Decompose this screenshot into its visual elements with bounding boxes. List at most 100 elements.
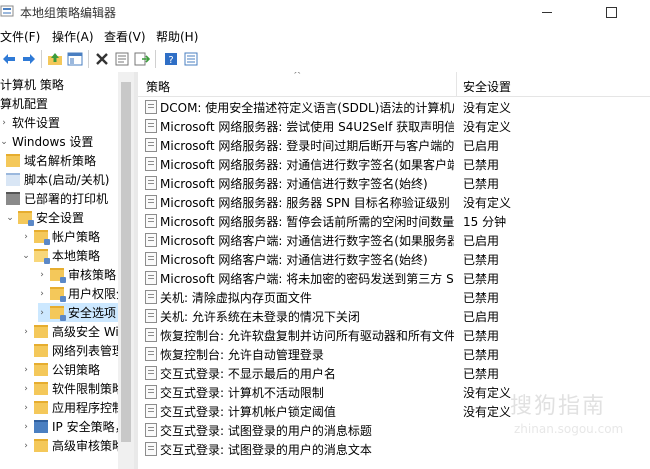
- properties-icon: [115, 52, 129, 66]
- tree-item-audit-policy[interactable]: › 审核策略: [38, 265, 116, 284]
- tree-item-public-key[interactable]: › 公钥策略: [22, 360, 100, 379]
- policy-icon: [145, 119, 157, 133]
- expand-arrow-icon[interactable]: ›: [22, 327, 30, 337]
- policy-list[interactable]: ^ 策略 安全设置 DCOM: 使用安全描述符定义语言(SDDL)语法的计算机启…: [138, 72, 650, 469]
- expand-arrow-icon[interactable]: ›: [22, 384, 30, 394]
- forward-button[interactable]: [20, 50, 38, 68]
- expand-arrow-icon[interactable]: ›: [22, 441, 30, 451]
- menu-file[interactable]: 文件(F): [0, 28, 40, 45]
- table-row[interactable]: 交互式登录: 试图登录的用户的消息标题: [138, 420, 650, 439]
- maximize-button[interactable]: [588, 0, 634, 24]
- tree-item-account-policies[interactable]: › 帐户策略: [22, 227, 100, 246]
- table-row[interactable]: Microsoft 网络服务器: 尝试使用 S4U2Self 获取声明信息 没有定…: [138, 116, 650, 135]
- help-button[interactable]: ?: [162, 50, 180, 68]
- tree-item-label: 算机配置: [0, 97, 49, 111]
- minimize-button[interactable]: [524, 0, 570, 24]
- toolbar: ?: [0, 46, 650, 73]
- security-folder-icon: [50, 306, 66, 321]
- expand-arrow-icon[interactable]: ›: [38, 270, 46, 280]
- security-folder-icon: [50, 268, 66, 283]
- security-setting-value: 没有定义: [463, 405, 512, 419]
- table-row[interactable]: 交互式登录: 不显示最后的用户名 已禁用: [138, 363, 650, 382]
- tree-item-computer-policy[interactable]: 计算机 策略: [0, 75, 64, 94]
- tree-item-computer-config[interactable]: 算机配置: [0, 94, 48, 113]
- policy-icon: [145, 328, 157, 342]
- properties-button[interactable]: [113, 50, 131, 68]
- tree-item-name-resolution[interactable]: 域名解析策略: [6, 151, 96, 170]
- expand-arrow-icon[interactable]: ›: [22, 422, 30, 432]
- tree-item-security-options[interactable]: › 安全选项: [38, 303, 118, 322]
- policy-name: 交互式登录: 试图登录的用户的消息标题: [160, 424, 372, 438]
- column-separator[interactable]: [456, 72, 457, 96]
- expand-arrow-icon[interactable]: ›: [22, 232, 30, 242]
- view-button[interactable]: [182, 50, 200, 68]
- policy-icon: [145, 347, 157, 361]
- menu-view[interactable]: 查看(V): [104, 28, 146, 45]
- security-setting-value: 没有定义: [463, 120, 512, 134]
- policy-icon: [145, 309, 157, 323]
- tree-item-security-settings[interactable]: ⌄ 安全设置: [6, 208, 84, 227]
- delete-button[interactable]: [93, 50, 111, 68]
- up-button[interactable]: [46, 50, 64, 68]
- folder-icon: [34, 401, 48, 414]
- menu-bar: 文件(F) 操作(A) 查看(V) 帮助(H): [0, 24, 650, 46]
- column-header-setting[interactable]: 安全设置: [463, 78, 511, 95]
- policy-name: Microsoft 网络客户端: 对通信进行数字签名(始终): [160, 253, 428, 267]
- expand-arrow-icon[interactable]: ›: [38, 289, 46, 299]
- security-setting-value: 15 分钟: [463, 215, 507, 229]
- table-row[interactable]: Microsoft 网络服务器: 登录时间过期后断开与客户端的连接 已启用: [138, 135, 650, 154]
- up-icon: [48, 53, 62, 65]
- expand-arrow-icon[interactable]: ›: [38, 308, 46, 318]
- table-row[interactable]: Microsoft 网络服务器: 暂停会话前所需的空闲时间数量 15 分钟: [138, 211, 650, 230]
- policy-icon: [145, 366, 157, 380]
- tree-item-software-restriction[interactable]: › 软件限制策略: [22, 379, 124, 398]
- table-row[interactable]: 恢复控制台: 允许自动管理登录 已禁用: [138, 344, 650, 363]
- toolbar-separator: [155, 50, 156, 68]
- table-row[interactable]: Microsoft 网络服务器: 服务器 SPN 目标名称验证级别 没有定义: [138, 192, 650, 211]
- tree-item-local-policies[interactable]: ⌄ 本地策略: [22, 246, 100, 265]
- menu-help[interactable]: 帮助(H): [156, 28, 198, 45]
- tree-item-label: Windows 设置: [12, 135, 94, 149]
- table-row[interactable]: Microsoft 网络客户端: 对通信进行数字签名(始终) 已禁用: [138, 249, 650, 268]
- table-row[interactable]: Microsoft 网络客户端: 将未加密的密码发送到第三方 SMB... 已禁用: [138, 268, 650, 287]
- table-row[interactable]: 交互式登录: 试图登录的用户的消息文本: [138, 439, 650, 458]
- collapse-arrow-icon[interactable]: ⌄: [6, 213, 14, 223]
- table-row[interactable]: Microsoft 网络服务器: 对通信进行数字签名(如果客户端允... 已禁用: [138, 154, 650, 173]
- show-hide-tree-icon: [67, 52, 83, 66]
- table-row[interactable]: 交互式登录: 计算机帐户锁定阈值 没有定义: [138, 401, 650, 420]
- collapse-arrow-icon[interactable]: ⌄: [0, 137, 8, 147]
- tree-item-printers[interactable]: 已部署的打印机: [6, 189, 108, 208]
- column-header-policy[interactable]: 策略: [146, 78, 170, 95]
- table-row[interactable]: Microsoft 网络客户端: 对通信进行数字签名(如果服务器允... 已启用: [138, 230, 650, 249]
- expand-arrow-icon[interactable]: ›: [22, 365, 30, 375]
- tree-pane[interactable]: 计算机 策略 算机配置 › 软件设置 ⌄ Windows 设置 域名解析策略 脚…: [0, 72, 134, 469]
- policy-icon: [145, 252, 157, 266]
- table-row[interactable]: Microsoft 网络服务器: 对通信进行数字签名(始终) 已禁用: [138, 173, 650, 192]
- table-row[interactable]: 关机: 清除虚拟内存页面文件 已禁用: [138, 287, 650, 306]
- security-setting-value: 没有定义: [463, 386, 512, 400]
- table-row[interactable]: 交互式登录: 计算机不活动限制 没有定义: [138, 382, 650, 401]
- collapse-arrow-icon[interactable]: ⌄: [22, 251, 30, 261]
- tree-item-windows-settings[interactable]: ⌄ Windows 设置: [0, 132, 93, 151]
- table-row[interactable]: 关机: 允许系统在未登录的情况下关闭 已启用: [138, 306, 650, 325]
- export-icon: [134, 52, 150, 66]
- maximize-icon: [605, 6, 617, 18]
- table-row[interactable]: 恢复控制台: 允许软盘复制并访问所有驱动器和所有文件夹 已禁用: [138, 325, 650, 344]
- show-hide-tree-button[interactable]: [66, 50, 84, 68]
- tree-scrollbar-thumb[interactable]: [121, 82, 131, 442]
- expand-arrow-icon[interactable]: ›: [0, 118, 8, 128]
- folder-icon: [34, 439, 48, 452]
- expand-arrow-icon[interactable]: ›: [22, 403, 30, 413]
- tree-item-scripts[interactable]: 脚本(启动/关机): [6, 170, 109, 189]
- menu-action[interactable]: 操作(A): [52, 28, 94, 45]
- policy-icon: [145, 442, 157, 456]
- tree-item-software-settings[interactable]: › 软件设置: [0, 113, 60, 132]
- back-button[interactable]: [0, 50, 18, 68]
- security-setting-value: 已禁用: [463, 291, 500, 305]
- forward-icon: [23, 54, 35, 64]
- export-button[interactable]: [133, 50, 151, 68]
- table-row[interactable]: DCOM: 使用安全描述符定义语言(SDDL)语法的计算机启动... 没有定义: [138, 97, 650, 116]
- folder-icon: [6, 154, 20, 167]
- view-icon: [184, 52, 198, 66]
- policy-icon: [145, 233, 157, 247]
